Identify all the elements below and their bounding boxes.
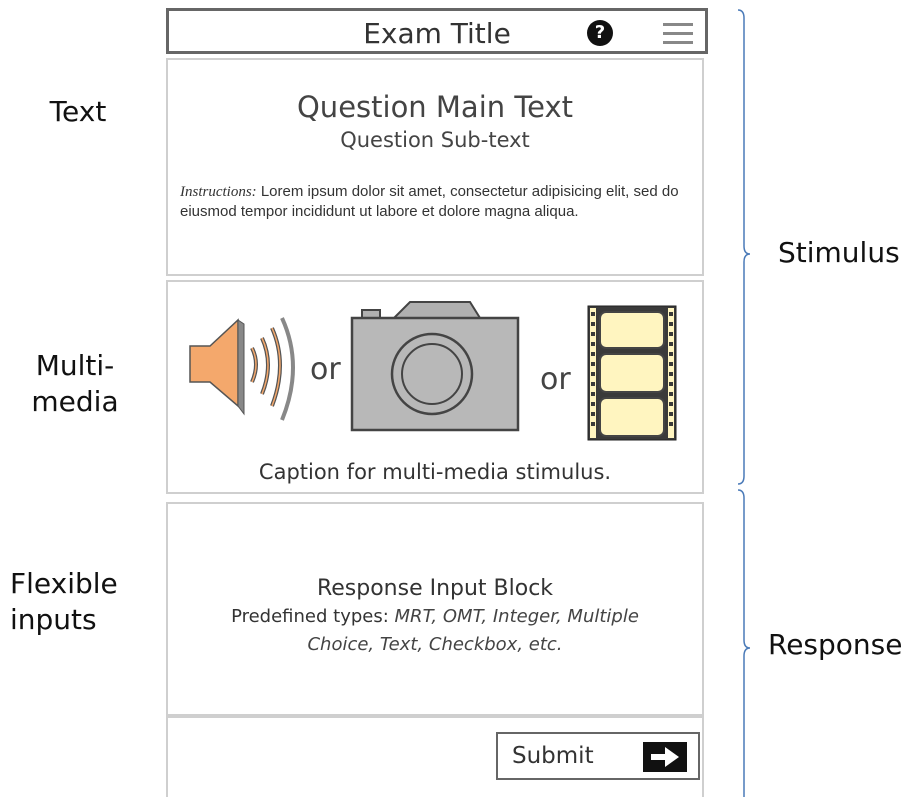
stimulus-bracket (737, 9, 751, 485)
brackets (737, 9, 751, 797)
response-types-line2: Choice, Text, Checkbox, etc. (168, 634, 702, 655)
submit-panel: Submit (166, 716, 704, 797)
film-strip-icon (587, 305, 677, 441)
submit-label: Submit (512, 743, 594, 769)
multimedia-label-line2: media (31, 385, 119, 418)
arrow-right-icon (643, 742, 687, 772)
hamburger-menu-icon[interactable] (663, 23, 693, 45)
text-label: Text (49, 95, 107, 128)
question-sub-text: Question Sub-text (340, 128, 530, 152)
title-bar: Exam Title ? (166, 8, 708, 54)
speaker-icon (189, 317, 295, 421)
or-text-1: or (310, 352, 341, 387)
flexible-inputs-section-label: Flexible inputs (10, 566, 150, 638)
question-main-text: Question Main Text (296, 90, 574, 124)
response-types-italic-1: MRT, OMT, Integer, Multiple (394, 606, 639, 627)
response-types-italic-2: Choice, Text, Checkbox, etc. (307, 634, 563, 655)
multimedia-section-label: Multi- media (20, 348, 130, 420)
response-input-panel: Response Input Block Predefined types: M… (166, 502, 704, 716)
response-label: Response (768, 628, 903, 661)
multimedia-caption: Caption for multi-media stimulus. (258, 460, 612, 484)
stimulus-label: Stimulus (778, 236, 900, 269)
flexible-label-line2: inputs (10, 603, 97, 636)
camera-icon (350, 301, 520, 432)
instructions: Instructions: Lorem ipsum dolor sit amet… (180, 182, 692, 222)
exam-wireframe: Exam Title ? Question Main Text Question… (166, 4, 708, 797)
response-types-line1: Predefined types: MRT, OMT, Integer, Mul… (168, 606, 702, 627)
text-section-label: Text (38, 94, 118, 130)
instructions-label: Instructions: (180, 184, 257, 200)
exam-title: Exam Title (363, 17, 511, 50)
question-text-panel: Question Main Text Question Sub-text Ins… (166, 58, 704, 276)
multimedia-panel: or or Caption for multi-media stimulus. (166, 280, 704, 494)
flexible-label-line1: Flexible (10, 567, 118, 600)
response-input-title: Response Input Block (316, 576, 554, 601)
multimedia-label-line1: Multi- (35, 349, 115, 382)
help-circle-icon[interactable]: ? (587, 20, 613, 46)
response-bracket (737, 489, 751, 797)
or-text-2: or (540, 362, 571, 397)
submit-button[interactable]: Submit (496, 732, 700, 780)
response-types-label: Predefined types: (231, 606, 395, 627)
